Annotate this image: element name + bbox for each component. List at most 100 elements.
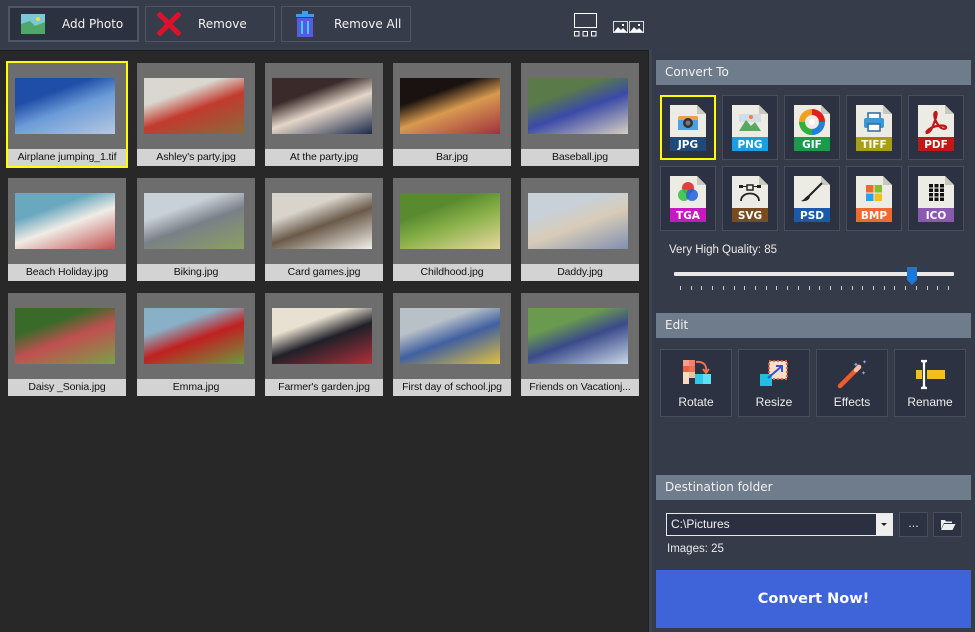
format-label: BMP [861,210,887,222]
slider-tick [905,286,906,290]
grid-dots-icon: ICO [918,175,954,222]
resize-icon [760,360,788,386]
photo-thumbnail[interactable]: First day of school.jpg [393,293,511,396]
photo-filename: Daddy.jpg [521,264,639,281]
photo-image [15,308,115,364]
photo-filename: Ashley's party.jpg [137,149,255,166]
resize-button[interactable]: Resize [738,349,810,417]
slider-tick [755,286,756,290]
format-ico-button[interactable]: ICO [908,166,964,231]
slider-tick [884,286,885,290]
photo-filename: Airplane jumping_1.tif [8,149,126,166]
add-photo-button[interactable]: Add Photo [8,6,139,42]
photo-image [144,78,244,134]
photo-thumbnail[interactable]: Daddy.jpg [521,178,639,281]
images-count: Images: 25 [667,543,724,555]
rotate-button[interactable]: Rotate [660,349,732,417]
rotate-label: Rotate [678,395,714,409]
format-label: TGA [676,210,701,222]
photo-thumbnail[interactable]: Bar.jpg [393,63,511,166]
format-pdf-button[interactable]: PDF [908,95,964,160]
photo-image [272,78,372,134]
camera-icon: JPG [670,104,706,151]
color-wheel-icon: GIF [794,104,830,151]
photo-filename: First day of school.jpg [393,379,511,396]
format-label: ICO [926,210,947,222]
format-svg-button[interactable]: SVG [722,166,778,231]
slider-tick [701,286,702,290]
dropdown-arrow-icon[interactable] [876,514,892,535]
convert-now-button[interactable]: Convert Now! [656,570,971,628]
format-tiff-button[interactable]: TIFF [846,95,902,160]
photo-filename: Childhood.jpg [393,264,511,281]
photo-thumbnail[interactable]: Ashley's party.jpg [137,63,255,166]
format-png-button[interactable]: PNG [722,95,778,160]
quality-slider[interactable] [674,267,954,297]
slider-tick [894,286,895,290]
rename-label: Rename [907,395,953,409]
resize-label: Resize [755,395,793,409]
format-label: PDF [924,139,948,151]
photo-thumbnail[interactable]: Daisy _Sonia.jpg [8,293,126,396]
effects-button[interactable]: ✦ ✦ ✦ Effects [816,349,888,417]
slider-tick [916,286,917,290]
photo-thumbnail[interactable]: Airplane jumping_1.tif [6,61,128,168]
windows-logo-icon: BMP [856,175,892,222]
format-label: SVG [738,210,762,222]
photo-image [528,308,628,364]
trash-icon [292,11,318,37]
photo-image [272,308,372,364]
format-label: GIF [802,139,822,151]
single-view-icon[interactable] [574,12,598,42]
rgb-circles-icon: TGA [670,175,706,222]
format-label: JPG [677,139,698,151]
format-label: PSD [800,210,824,222]
photo-thumbnail[interactable]: Friends on Vacationj... [521,293,639,396]
format-gif-button[interactable]: GIF [784,95,840,160]
brush-icon: PSD [794,175,830,222]
photo-thumbnail[interactable]: Biking.jpg [137,178,255,281]
rename-button[interactable]: Rename [894,349,966,417]
browse-button[interactable]: ... [899,512,928,537]
open-folder-button[interactable] [933,512,962,537]
photo-thumbnail[interactable]: Beach Holiday.jpg [8,178,126,281]
photo-thumbnail[interactable]: Card games.jpg [265,178,383,281]
slider-tick [873,286,874,290]
remove-all-button[interactable]: Remove All [281,6,411,42]
photo-thumbnail[interactable]: Farmer's garden.jpg [265,293,383,396]
format-bmp-button[interactable]: BMP [846,166,902,231]
photo-thumbnail[interactable]: Baseball.jpg [521,63,639,166]
remove-button[interactable]: Remove [145,6,275,42]
photo-filename: Daisy _Sonia.jpg [8,379,126,396]
slider-tick [680,286,681,290]
slider-tick [948,286,949,290]
photo-image [400,193,500,249]
rename-cursor-icon [916,359,945,390]
slider-tick [766,286,767,290]
format-psd-button[interactable]: PSD [784,166,840,231]
bezier-pen-icon: SVG [732,175,768,222]
photo-image [528,193,628,249]
photo-filename: At the party.jpg [265,149,383,166]
photo-filename: Emma.jpg [137,379,255,396]
photo-gallery: Airplane jumping_1.tif Ashley's party.jpg… [0,50,648,632]
magic-wand-icon: ✦ ✦✦ [837,359,867,389]
svg-text:✦: ✦ [862,359,867,366]
add-photo-label: Add Photo [62,17,124,31]
slider-tick [712,286,713,290]
slider-tick [852,286,853,290]
quality-slider-handle[interactable] [907,267,917,285]
photo-thumbnail[interactable]: Emma.jpg [137,293,255,396]
photo-image [144,193,244,249]
slider-tick [819,286,820,290]
photo-image [528,78,628,134]
slider-tick [691,286,692,290]
photo-image [144,308,244,364]
format-tga-button[interactable]: TGA [660,166,716,231]
photo-thumbnail[interactable]: At the party.jpg [265,63,383,166]
destination-folder-select[interactable]: C:\Pictures [666,513,893,536]
photo-thumbnail[interactable]: Childhood.jpg [393,178,511,281]
format-jpg-button[interactable]: JPG [660,95,716,160]
grid-view-icon[interactable] [613,18,645,37]
photo-image [400,308,500,364]
